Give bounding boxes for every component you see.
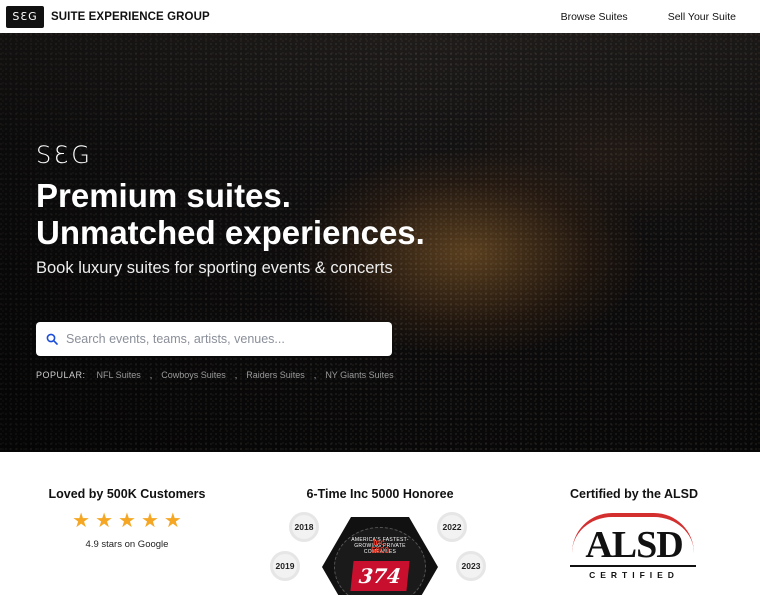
trust-section: Loved by 500K Customers ★ ★ ★ ★ ★ 4.9 st… <box>0 452 760 600</box>
hero-title: Premium suites. Unmatched experiences. <box>36 177 636 251</box>
alsd-certified-text: CERTIFIED <box>589 570 679 580</box>
search-input[interactable] <box>66 332 366 346</box>
alsd-logo: ALSD CERTIFIED <box>540 513 728 589</box>
star-icon: ★ <box>140 510 159 532</box>
inc-badge-graphic: 2018 2019 2022 2023 AMERICA'S FASTEST-GR… <box>270 509 490 595</box>
hero-title-line-2: Unmatched experiences. <box>36 214 425 251</box>
rating-text: 4.9 stars on Google <box>85 539 169 550</box>
alsd-block: Certified by the ALSD ALSD CERTIFIED <box>540 487 728 589</box>
popular-link-raiders[interactable]: Raiders Suites <box>246 370 305 380</box>
alsd-logo-text: ALSD <box>585 524 683 566</box>
hero-subtitle: Book luxury suites for sporting events &… <box>36 259 393 277</box>
inc-heading: 6-Time Inc 5000 Honoree <box>306 487 454 501</box>
year-badge: 2022 <box>437 512 467 542</box>
star-icon: ★ <box>72 510 91 532</box>
reviews-block: Loved by 500K Customers ★ ★ ★ ★ ★ 4.9 st… <box>40 487 214 550</box>
hero-title-line-1: Premium suites. <box>36 177 291 214</box>
hero-banner: SƐG Premium suites. Unmatched experience… <box>0 33 760 452</box>
inc-5000-logo: Inc. 5000 <box>371 538 389 555</box>
inc-hexagon-badge: AMERICA'S FASTEST-GROWING PRIVATE COMPAN… <box>322 517 438 595</box>
star-icon: ★ <box>95 510 114 532</box>
popular-label: POPULAR: <box>36 370 86 380</box>
main-nav: Browse Suites Sell Your Suite <box>561 11 754 23</box>
nav-sell-your-suite[interactable]: Sell Your Suite <box>668 11 736 23</box>
inc-block: 6-Time Inc 5000 Honoree 2018 2019 2022 2… <box>270 487 490 595</box>
nav-browse-suites[interactable]: Browse Suites <box>561 11 628 23</box>
reviews-heading: Loved by 500K Customers <box>48 487 206 501</box>
year-badge: 2023 <box>456 551 486 581</box>
inc-rank-ribbon: 374 <box>350 561 410 591</box>
search-bar[interactable] <box>36 322 392 356</box>
hero-seg-logo: SƐG <box>36 141 93 169</box>
popular-link-ny-giants[interactable]: NY Giants Suites <box>325 370 393 380</box>
site-header: SƐG SUITE EXPERIENCE GROUP Browse Suites… <box>0 0 760 33</box>
inc-rank-number: 374 <box>357 564 403 588</box>
popular-searches: POPULAR: NFL Suites, Cowboys Suites, Rai… <box>36 370 394 380</box>
search-icon <box>46 333 58 345</box>
star-rating: ★ ★ ★ ★ ★ <box>40 511 214 531</box>
seg-logo[interactable]: SƐG <box>6 5 44 28</box>
star-icon: ★ <box>118 510 136 532</box>
star-icon: ★ <box>163 510 182 532</box>
popular-link-cowboys[interactable]: Cowboys Suites <box>161 370 226 380</box>
hero-content: SƐG Premium suites. Unmatched experience… <box>36 141 636 380</box>
popular-link-nfl[interactable]: NFL Suites <box>97 370 141 380</box>
year-badge: 2019 <box>270 551 300 581</box>
brand-name[interactable]: SUITE EXPERIENCE GROUP <box>51 11 210 23</box>
alsd-heading: Certified by the ALSD <box>569 487 699 501</box>
year-badge: 2018 <box>289 512 319 542</box>
